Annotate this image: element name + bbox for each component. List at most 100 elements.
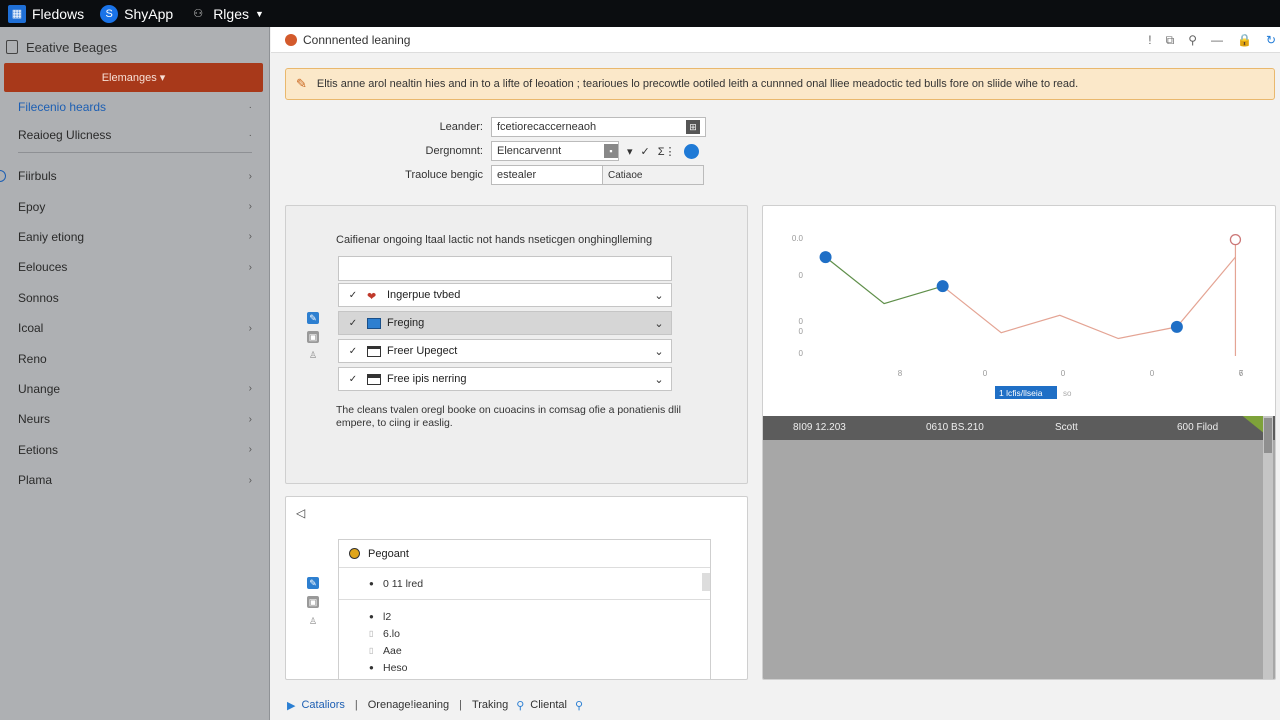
sidebar-item-9[interactable]: Eetions › [0, 435, 270, 465]
back-icon[interactable]: ◁ [296, 506, 305, 520]
legend-label: 1 lcfis/llseia [999, 388, 1043, 398]
sidebar-title: Eeative Beages [26, 39, 118, 55]
picker-icon[interactable]: ⊞ [686, 120, 700, 134]
dergnomn-select[interactable]: Elencarvennt ▪ [491, 141, 619, 161]
corner-fold [1242, 416, 1265, 434]
form-row-tracluce: Traoluce bengic estealer Catiaoe [285, 165, 704, 185]
topbar-app-fledows[interactable]: ▦ Fledows [0, 0, 92, 27]
list-item[interactable]: ● Heso [339, 659, 710, 676]
sidebar-item-10[interactable]: Plama › [0, 465, 270, 495]
sidebar-item-3[interactable]: Eelouces › [0, 252, 270, 282]
sidebar-item-label: Epoy [18, 199, 46, 214]
chevron-right-icon: › [248, 322, 252, 334]
list-item[interactable]: ▯ Aae [339, 642, 710, 659]
sidebar-item-label: Icoal [18, 321, 44, 336]
sidebar-item-8[interactable]: Neurs › [0, 404, 270, 434]
sidebar-list: Filecenio heards · Reaioeg Ulicness · Fi… [0, 91, 270, 495]
dropdown-button-icon[interactable]: ▪ [604, 144, 618, 158]
image-icon[interactable]: ▣ [307, 596, 319, 608]
bullet-icon: ▯ [369, 629, 374, 638]
panel-title: Caifienar ongoing ltaal lactic not hands… [336, 234, 653, 246]
accordion-item-1[interactable]: ✓ Freging ⌄ [338, 311, 672, 335]
check-icon[interactable]: ✓ [641, 145, 650, 158]
edit-icon[interactable]: ✎ [307, 312, 319, 324]
info-icon[interactable]: ! [1148, 33, 1151, 47]
footer-link-cataliors[interactable]: Cataliors [301, 699, 344, 711]
selected-marker-icon [0, 170, 6, 183]
lock-icon[interactable]: 🔒 [1237, 33, 1252, 47]
list-title: Pegoant [368, 547, 409, 560]
user-icon[interactable]: ♙ [307, 349, 319, 361]
tracluce-side-field[interactable]: Catiaoe [603, 165, 704, 185]
leander-value: fcetiorecaccerneaoh [497, 121, 597, 133]
leander-label: Leander: [439, 121, 483, 133]
bullet-icon: ▯ [369, 646, 374, 655]
user-icon[interactable]: ♙ [307, 615, 319, 627]
sidebar-item-4[interactable]: Sonnos [0, 283, 270, 313]
accordion-item-0[interactable]: ✓ ❤ Ingerpue tvbed ⌄ [338, 283, 672, 307]
x-tick-label: 0 [983, 369, 988, 378]
leander-field[interactable]: fcetiorecaccerneaoh ⊞ [491, 117, 706, 137]
app-logo-icon [285, 33, 297, 46]
tracluce-field[interactable]: estealer [491, 165, 603, 185]
chevron-right-icon: › [248, 231, 252, 243]
edit-icon[interactable]: ✎ [307, 577, 319, 589]
chevron-down-icon: ⌄ [654, 373, 664, 386]
x-tick-label: 0 [1150, 369, 1155, 378]
search-icon[interactable]: ⚲ [1188, 33, 1197, 47]
footer-link-traking[interactable]: Traking [472, 699, 508, 711]
sidebar-divider [18, 152, 252, 153]
sidebar-link-2[interactable]: Reaioeg Ulicness · [0, 121, 270, 149]
y-tick-label: 0 [799, 349, 804, 358]
sidebar-primary-button[interactable]: Elemanges ▾ [4, 63, 263, 92]
topbar-menu-rlges[interactable]: ⚇ Rlges ▼ [181, 0, 272, 27]
panel-search-input[interactable] [338, 256, 672, 281]
accordion-label: Freer Upegect [387, 345, 458, 357]
s-logo-icon: S [100, 4, 119, 23]
chevron-right-icon: › [248, 474, 252, 486]
sidebar-item-5[interactable]: Icoal › [0, 313, 270, 343]
topbar-label: ShyApp [124, 5, 174, 22]
table-scrollbar[interactable] [1263, 416, 1273, 679]
main-header: Connnented leaning ! ⧉ ⚲ — 🔒 ↻ [271, 27, 1280, 53]
dergnomn-label: Dergnomnt: [425, 145, 483, 157]
entries-list: Pegoant ● 0 11 lred ● l2 ▯ 6.lo ▯ Aae ● … [338, 539, 711, 679]
sidebar-item-1[interactable]: Epoy › [0, 191, 270, 221]
sidebar-item-6[interactable]: Reno [0, 343, 270, 373]
list-item[interactable]: ● 0 11 lred [339, 568, 710, 600]
tray-icon [367, 373, 381, 385]
sidebar-item-7[interactable]: Unange › [0, 374, 270, 404]
topbar-app-shyapp[interactable]: S ShyApp [92, 0, 181, 27]
sidebar-item-2[interactable]: Eaniy etiong › [0, 222, 270, 252]
footer-link-orenage[interactable]: Orenage!ieaning [368, 699, 449, 711]
table-header-cell: Scott [1055, 422, 1078, 433]
accordion-item-3[interactable]: ✓ Free ipis nerring ⌄ [338, 367, 672, 391]
pencil-icon: ✎ [296, 76, 307, 91]
chevron-right-icon: › [248, 413, 252, 425]
accordion-item-2[interactable]: ✓ Freer Upegect ⌄ [338, 339, 672, 363]
minimize-icon[interactable]: — [1211, 33, 1223, 47]
sidebar-item-0[interactable]: Fiirbuls › [0, 161, 270, 191]
footer-link-cliental[interactable]: Cliental [530, 699, 567, 711]
sidebar-item-label: Plama [18, 473, 53, 488]
y-tick-label: 0 [799, 327, 804, 336]
list-item[interactable]: ● l2 [339, 608, 710, 625]
list-scrollbar[interactable] [702, 573, 710, 591]
window-icon[interactable]: ⧉ [1166, 33, 1175, 48]
chevron-down-icon: ⌄ [654, 345, 664, 358]
table-header-cell: 600 Filod [1177, 422, 1219, 433]
list-item-text: Heso [383, 661, 408, 674]
sidebar-item-label: Reno [18, 351, 47, 366]
accordion-label: Free ipis nerring [387, 373, 467, 385]
scrollbar-thumb[interactable] [1264, 418, 1272, 453]
sigma-icon[interactable]: Σ⋮ [658, 145, 676, 158]
sidebar-link-1[interactable]: Filecenio heards · [0, 93, 270, 121]
status-dot-icon[interactable] [683, 143, 699, 159]
sidebar-item-label: Eetions [18, 442, 59, 457]
list-item[interactable]: ▯ 6.lo [339, 625, 710, 642]
image-icon[interactable]: ▣ [307, 331, 319, 343]
series-line-0 [825, 256, 943, 305]
separator: | [459, 699, 462, 711]
refresh-icon[interactable]: ↻ [1266, 33, 1276, 47]
chevron-down-icon[interactable]: ▾ [627, 145, 633, 158]
